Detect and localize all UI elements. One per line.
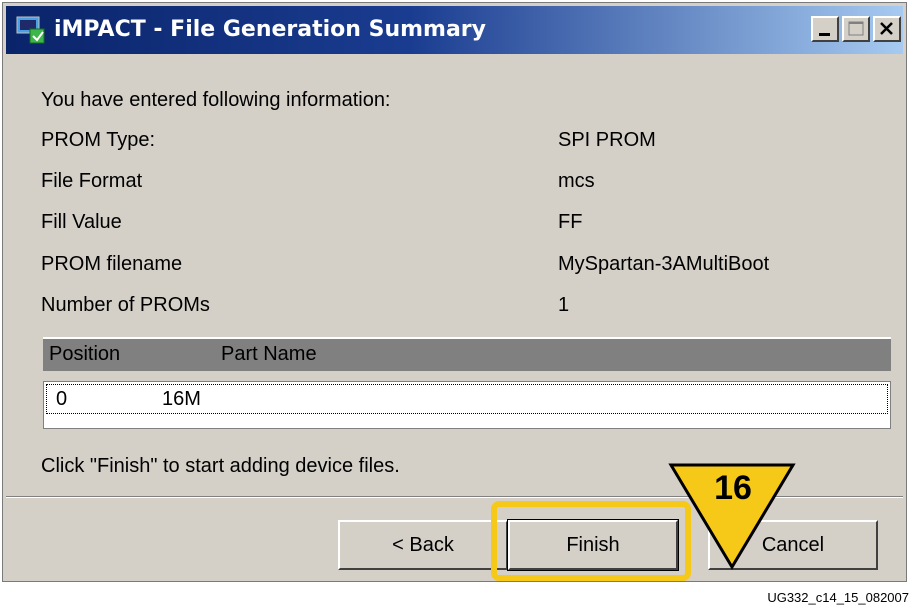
impact-app-icon: [16, 16, 45, 44]
cell-part-name: 16M: [162, 388, 201, 410]
minimize-button[interactable]: [811, 16, 839, 42]
field-value-fill-value: FF: [558, 211, 583, 233]
maximize-button[interactable]: [842, 16, 870, 42]
close-button[interactable]: [873, 16, 901, 42]
step-callout-number: 16: [714, 469, 752, 507]
finish-highlight-box: [491, 501, 691, 581]
field-label-file-format: File Format: [41, 170, 143, 192]
cell-position: 0: [56, 388, 68, 410]
minimize-icon: [819, 33, 830, 36]
intro-text: You have entered following information:: [41, 89, 391, 111]
title-bar[interactable]: iMPACT - File Generation Summary: [6, 6, 903, 54]
instruction-text: Click "Finish" to start adding device fi…: [41, 455, 400, 477]
field-label-number-of-proms: Number of PROMs: [41, 294, 210, 316]
figure-id: UG332_c14_15_082007: [767, 590, 909, 605]
field-label-prom-type: PROM Type:: [41, 129, 156, 151]
field-label-prom-filename: PROM filename: [41, 253, 183, 275]
table-row[interactable]: 0 16M: [43, 381, 891, 429]
field-label-fill-value: Fill Value: [41, 211, 122, 233]
column-header-part-name[interactable]: Part Name: [221, 343, 317, 366]
prom-table-header: Position Part Name: [43, 337, 891, 371]
column-header-position[interactable]: Position: [49, 343, 120, 366]
field-value-prom-filename: MySpartan-3AMultiBoot: [558, 253, 770, 275]
window-title: iMPACT - File Generation Summary: [54, 17, 486, 42]
field-value-file-format: mcs: [558, 170, 595, 192]
maximize-icon: [848, 21, 864, 36]
close-icon: [880, 22, 893, 35]
back-button[interactable]: < Back: [338, 520, 508, 570]
field-value-number-of-proms: 1: [558, 294, 570, 316]
field-value-prom-type: SPI PROM: [558, 129, 656, 151]
